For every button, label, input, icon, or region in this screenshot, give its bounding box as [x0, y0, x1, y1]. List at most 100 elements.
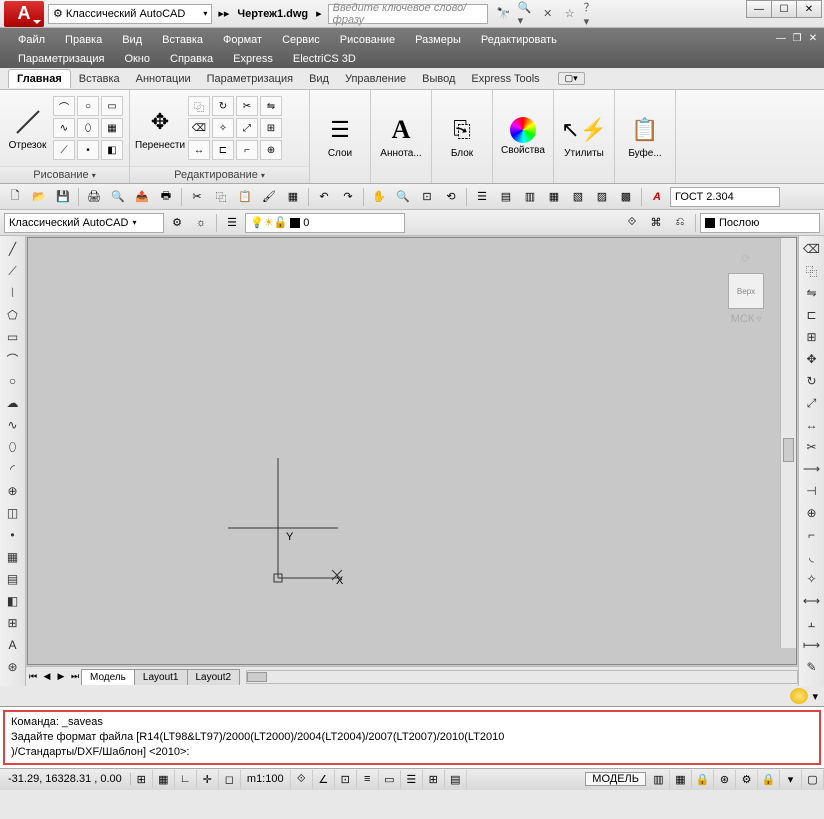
join-tool[interactable]: ⊕ [801, 502, 823, 524]
region-button[interactable]: ◧ [101, 140, 123, 160]
block-icon[interactable]: ▦ [282, 187, 304, 207]
annoscale-icon[interactable]: 🔒 [692, 770, 714, 788]
calc-icon[interactable]: ▨ [591, 187, 613, 207]
revcloud-tool[interactable]: ☁ [2, 392, 24, 414]
tab-output[interactable]: Вывод [414, 70, 463, 88]
tab-layout1[interactable]: Layout1 [134, 669, 188, 685]
menu-window[interactable]: Окно [114, 51, 160, 67]
clipboard-button[interactable]: 📋Буфе... [621, 105, 669, 169]
utilities-button[interactable]: ↖⚡Утилиты [560, 105, 608, 169]
mtext-tool[interactable]: A [2, 634, 24, 656]
fillet-tool[interactable]: ◟ [801, 546, 823, 568]
redo-icon[interactable]: ↷ [337, 187, 359, 207]
move-button[interactable]: ✥ Перенести [136, 96, 184, 160]
tab-view[interactable]: Вид [301, 70, 337, 88]
maximize-button[interactable]: ☐ [771, 0, 797, 18]
mk-icon[interactable]: ▧ [567, 187, 589, 207]
rect-tool[interactable]: ▭ [2, 326, 24, 348]
print-icon[interactable]: 🖨 [83, 187, 105, 207]
tab-manage[interactable]: Управление [337, 70, 414, 88]
bulb-icon[interactable] [790, 688, 808, 704]
menu-insert[interactable]: Вставка [152, 32, 213, 48]
rotate-button[interactable]: ↻ [212, 96, 234, 116]
cmd-expand-icon[interactable]: ▾ [812, 690, 818, 703]
scale-tool[interactable]: ⤢ [801, 392, 823, 414]
gradient-tool[interactable]: ▤ [2, 568, 24, 590]
clean-screen-icon[interactable]: ▢ [802, 770, 824, 788]
spline-button[interactable]: ∿ [53, 118, 75, 138]
ws-gear-icon[interactable]: ☼ [190, 213, 212, 233]
recent-arrow-icon[interactable]: ▸ [316, 7, 322, 20]
dim-tool[interactable]: ⟷ [801, 590, 823, 612]
tab-parametric[interactable]: Параметризация [199, 70, 301, 88]
otrack-toggle[interactable]: ⟐ [291, 770, 313, 788]
rotate-tool[interactable]: ↻ [801, 370, 823, 392]
align-tool[interactable]: ⫠ [801, 612, 823, 634]
close-button[interactable]: ✕ [796, 0, 822, 18]
pan-icon[interactable]: ✋ [368, 187, 390, 207]
scale-label[interactable]: m1:100 [241, 770, 291, 788]
props-icon[interactable]: ☰ [471, 187, 493, 207]
layer-combo[interactable]: 💡 ☀ 🔓 0 [245, 213, 405, 233]
properties-button[interactable]: Свойства [499, 105, 547, 169]
qat-play-icon[interactable]: ▸▸ [218, 7, 229, 20]
xline-tool[interactable]: ⟋ [2, 260, 24, 282]
annotation-button[interactable]: AАннота... [377, 105, 425, 169]
search-input[interactable]: Введите ключевое слово/фразу [328, 4, 488, 24]
viewcube-cs[interactable]: МСК ▿ [716, 313, 776, 325]
dc-icon[interactable]: ▤ [495, 187, 517, 207]
menu-electrics[interactable]: ElectriCS 3D [283, 51, 366, 67]
rect-button[interactable]: ▭ [101, 96, 123, 116]
point-tool[interactable]: • [2, 524, 24, 546]
minimize-button[interactable]: — [746, 0, 772, 18]
match-icon[interactable]: 🖌 [258, 187, 280, 207]
zoom-rt-icon[interactable]: 🔍 [392, 187, 414, 207]
hatch-tool[interactable]: ▦ [2, 546, 24, 568]
lengthen-tool[interactable]: ⟼ [801, 634, 823, 656]
workspace-combo[interactable]: Классический AutoCAD▾ [4, 213, 164, 233]
menu-file[interactable]: Файл [8, 32, 55, 48]
am-toggle[interactable]: ▤ [445, 770, 467, 788]
viewcube-face[interactable]: Верх [728, 273, 764, 309]
tpy-toggle[interactable]: ▭ [379, 770, 401, 788]
menu-parametric[interactable]: Параметризация [8, 51, 114, 67]
menu-edit[interactable]: Правка [55, 32, 112, 48]
ellipsearc-tool[interactable]: ◜ [2, 458, 24, 480]
chamfer-tool[interactable]: ⌐ [801, 524, 823, 546]
erase-button[interactable]: ⌫ [188, 118, 210, 138]
app-menu-button[interactable]: A [4, 1, 44, 27]
hatch-button[interactable]: ▦ [101, 118, 123, 138]
ribbon-minimize-button[interactable]: ▢▾ [558, 72, 585, 85]
break-tool[interactable]: ⊣ [801, 480, 823, 502]
horizontal-scrollbar[interactable] [246, 670, 798, 684]
tab-layout2[interactable]: Layout2 [187, 669, 241, 685]
addsel-tool[interactable]: ⊛ [2, 656, 24, 678]
array-button[interactable]: ⊞ [260, 118, 282, 138]
tab-annotate[interactable]: Аннотации [128, 70, 199, 88]
tab-insert[interactable]: Вставка [71, 70, 128, 88]
sc-toggle[interactable]: ⊞ [423, 770, 445, 788]
menu-view[interactable]: Вид [112, 32, 152, 48]
copy-icon[interactable]: ⿻ [210, 187, 232, 207]
point-button[interactable]: • [77, 140, 99, 160]
textstyle-icon[interactable]: A [646, 187, 668, 207]
qp-toggle[interactable]: ☰ [401, 770, 423, 788]
circle-button[interactable]: ○ [77, 96, 99, 116]
copy-tool[interactable]: ⿻ [801, 260, 823, 282]
layer-state-icon[interactable]: ⟐ [621, 213, 643, 233]
space-toggle[interactable]: МОДЕЛЬ [585, 772, 646, 786]
layer-walk-icon[interactable]: ⎌ [669, 213, 691, 233]
menu-help[interactable]: Справка [160, 51, 223, 67]
layers-button[interactable]: ☰Слои [316, 105, 364, 169]
textstyle-dropdown[interactable]: ГОСТ 2.304 [670, 187, 780, 207]
tab-model[interactable]: Модель [81, 669, 135, 685]
open-icon[interactable]: 📂 [28, 187, 50, 207]
paste-icon[interactable]: 📋 [234, 187, 256, 207]
polygon-tool[interactable]: ⬠ [2, 304, 24, 326]
binoculars-icon[interactable]: 🔭 [496, 6, 512, 22]
ref-icon[interactable]: ▩ [615, 187, 637, 207]
region-tool[interactable]: ◧ [2, 590, 24, 612]
circle-tool[interactable]: ○ [2, 370, 24, 392]
coordinates[interactable]: -31.29, 16328.31 , 0.00 [0, 773, 131, 785]
scale-button[interactable]: ⤢ [236, 118, 258, 138]
